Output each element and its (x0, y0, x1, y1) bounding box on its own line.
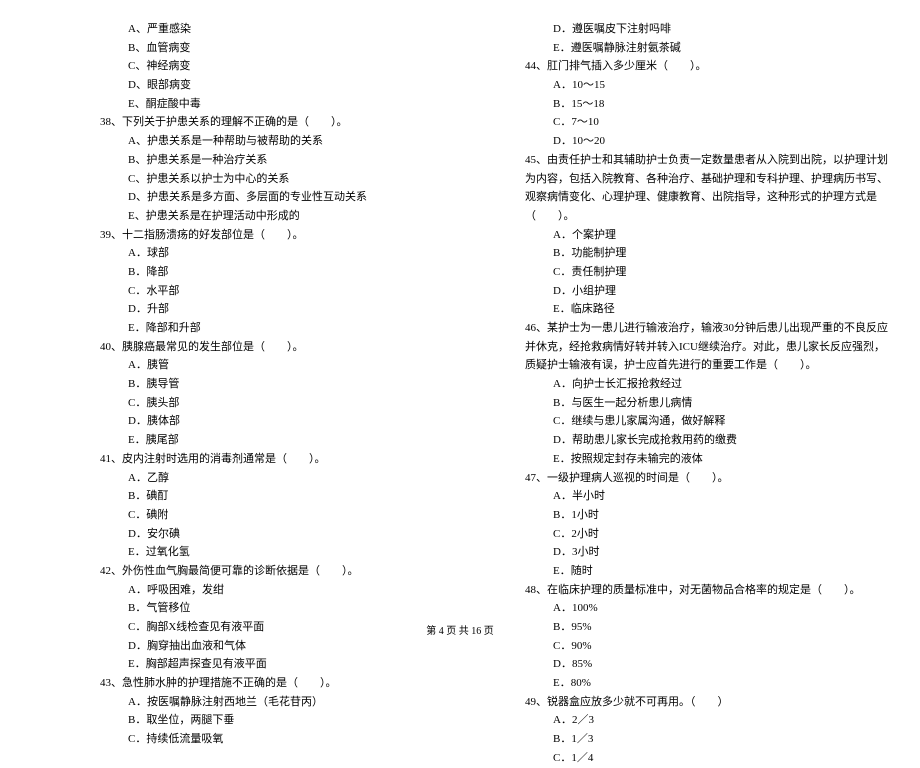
option-item: A．按医嘱静脉注射西地兰（毛花苷丙） (128, 693, 465, 712)
option-item: B．1／3 (553, 730, 890, 749)
option-item: E．80% (553, 674, 890, 693)
option-item: E．按照规定封存未输完的液体 (553, 450, 890, 469)
option-item: C．持续低流量吸氧 (128, 730, 465, 749)
question-stem: 48、在临床护理的质量标准中，对无菌物品合格率的规定是（ ）。 (525, 581, 890, 600)
option-item: B．与医生一起分析患儿病情 (553, 394, 890, 413)
option-item: A．向护士长汇报抢救经过 (553, 375, 890, 394)
option-item: A．半小时 (553, 487, 890, 506)
option-item: C、护患关系以护士为中心的关系 (128, 170, 465, 189)
option-item: C．胰头部 (128, 394, 465, 413)
option-item: B、护患关系是一种治疗关系 (128, 151, 465, 170)
option-item: E．过氧化氢 (128, 543, 465, 562)
option-item: E．临床路径 (553, 300, 890, 319)
option-item: E．胰尾部 (128, 431, 465, 450)
option-item: C．2小时 (553, 525, 890, 544)
right-content: D．遵医嘱皮下注射吗啡 E．遵医嘱静脉注射氨茶碱 44、肛门排气插入多少厘米（ … (525, 20, 890, 768)
option-item: D、护患关系是多方面、多层面的专业性互动关系 (128, 188, 465, 207)
right-column: D．遵医嘱皮下注射吗啡 E．遵医嘱静脉注射氨茶碱 44、肛门排气插入多少厘米（ … (495, 20, 920, 590)
option-item: B、血管病变 (128, 39, 465, 58)
question-stem: 47、一级护理病人巡视的时间是（ ）。 (525, 469, 890, 488)
option-item: A．乙醇 (128, 469, 465, 488)
option-item: C．碘附 (128, 506, 465, 525)
option-item: A．10～15 (553, 76, 890, 95)
option-item: C．水平部 (128, 282, 465, 301)
option-item: A．呼吸困难，发绀 (128, 581, 465, 600)
question-stem: 45、由责任护士和其辅助护士负责一定数量患者从入院到出院，以护理计划为内容，包括… (525, 151, 890, 226)
option-item: B．功能制护理 (553, 244, 890, 263)
page-footer: 第 4 页 共 16 页 (0, 623, 920, 640)
option-item: A、严重感染 (128, 20, 465, 39)
option-item: D．帮助患儿家长完成抢救用药的缴费 (553, 431, 890, 450)
option-item: D．3小时 (553, 543, 890, 562)
option-item: D．小组护理 (553, 282, 890, 301)
question-stem: 49、锐器盒应放多少就不可再用。（ ） (525, 693, 890, 712)
option-item: B．胰导管 (128, 375, 465, 394)
option-item: D．升部 (128, 300, 465, 319)
option-item: A．胰管 (128, 356, 465, 375)
option-item: A．球部 (128, 244, 465, 263)
option-item: E．随时 (553, 562, 890, 581)
question-stem: 39、十二指肠溃疡的好发部位是（ ）。 (100, 226, 465, 245)
option-item: D．胰体部 (128, 412, 465, 431)
option-item: A．2／3 (553, 711, 890, 730)
option-item: C．继续与患儿家属沟通，做好解释 (553, 412, 890, 431)
question-stem: 42、外伤性血气胸最简便可靠的诊断依据是（ ）。 (100, 562, 465, 581)
option-item: B．1小时 (553, 506, 890, 525)
option-item: B．取坐位，两腿下垂 (128, 711, 465, 730)
question-stem: 44、肛门排气插入多少厘米（ ）。 (525, 57, 890, 76)
option-item: E、护患关系是在护理活动中形成的 (128, 207, 465, 226)
option-item: C．责任制护理 (553, 263, 890, 282)
option-item: E．遵医嘱静脉注射氨茶碱 (553, 39, 890, 58)
option-item: D．遵医嘱皮下注射吗啡 (553, 20, 890, 39)
question-stem: 41、皮内注射时选用的消毒剂通常是（ ）。 (100, 450, 465, 469)
option-item: A．100% (553, 599, 890, 618)
option-item: C．7～10 (553, 113, 890, 132)
option-item: E．胸部超声探查见有液平面 (128, 655, 465, 674)
option-item: A．个案护理 (553, 226, 890, 245)
option-item: A、护患关系是一种帮助与被帮助的关系 (128, 132, 465, 151)
option-item: B．气管移位 (128, 599, 465, 618)
option-item: C．1／4 (553, 749, 890, 768)
left-column: A、严重感染 B、血管病变 C、神经病变 D、眼部病变 E、酮症酸中毒 38、下… (0, 20, 495, 590)
option-item: E、酮症酸中毒 (128, 95, 465, 114)
option-item: B．15～18 (553, 95, 890, 114)
option-item: D．85% (553, 655, 890, 674)
option-item: E．降部和升部 (128, 319, 465, 338)
option-item: D、眼部病变 (128, 76, 465, 95)
option-item: B．降部 (128, 263, 465, 282)
option-item: B．碘酊 (128, 487, 465, 506)
question-stem: 43、急性肺水肿的护理措施不正确的是（ ）。 (100, 674, 465, 693)
question-stem: 46、某护士为一患儿进行输液治疗，输液30分钟后患儿出现严重的不良反应并休克，经… (525, 319, 890, 375)
option-item: D．10～20 (553, 132, 890, 151)
exam-page: A、严重感染 B、血管病变 C、神经病变 D、眼部病变 E、酮症酸中毒 38、下… (0, 0, 920, 610)
option-item: D．安尔碘 (128, 525, 465, 544)
option-item: C、神经病变 (128, 57, 465, 76)
question-stem: 40、胰腺癌最常见的发生部位是（ ）。 (100, 338, 465, 357)
question-stem: 38、下列关于护患关系的理解不正确的是（ ）。 (100, 113, 465, 132)
